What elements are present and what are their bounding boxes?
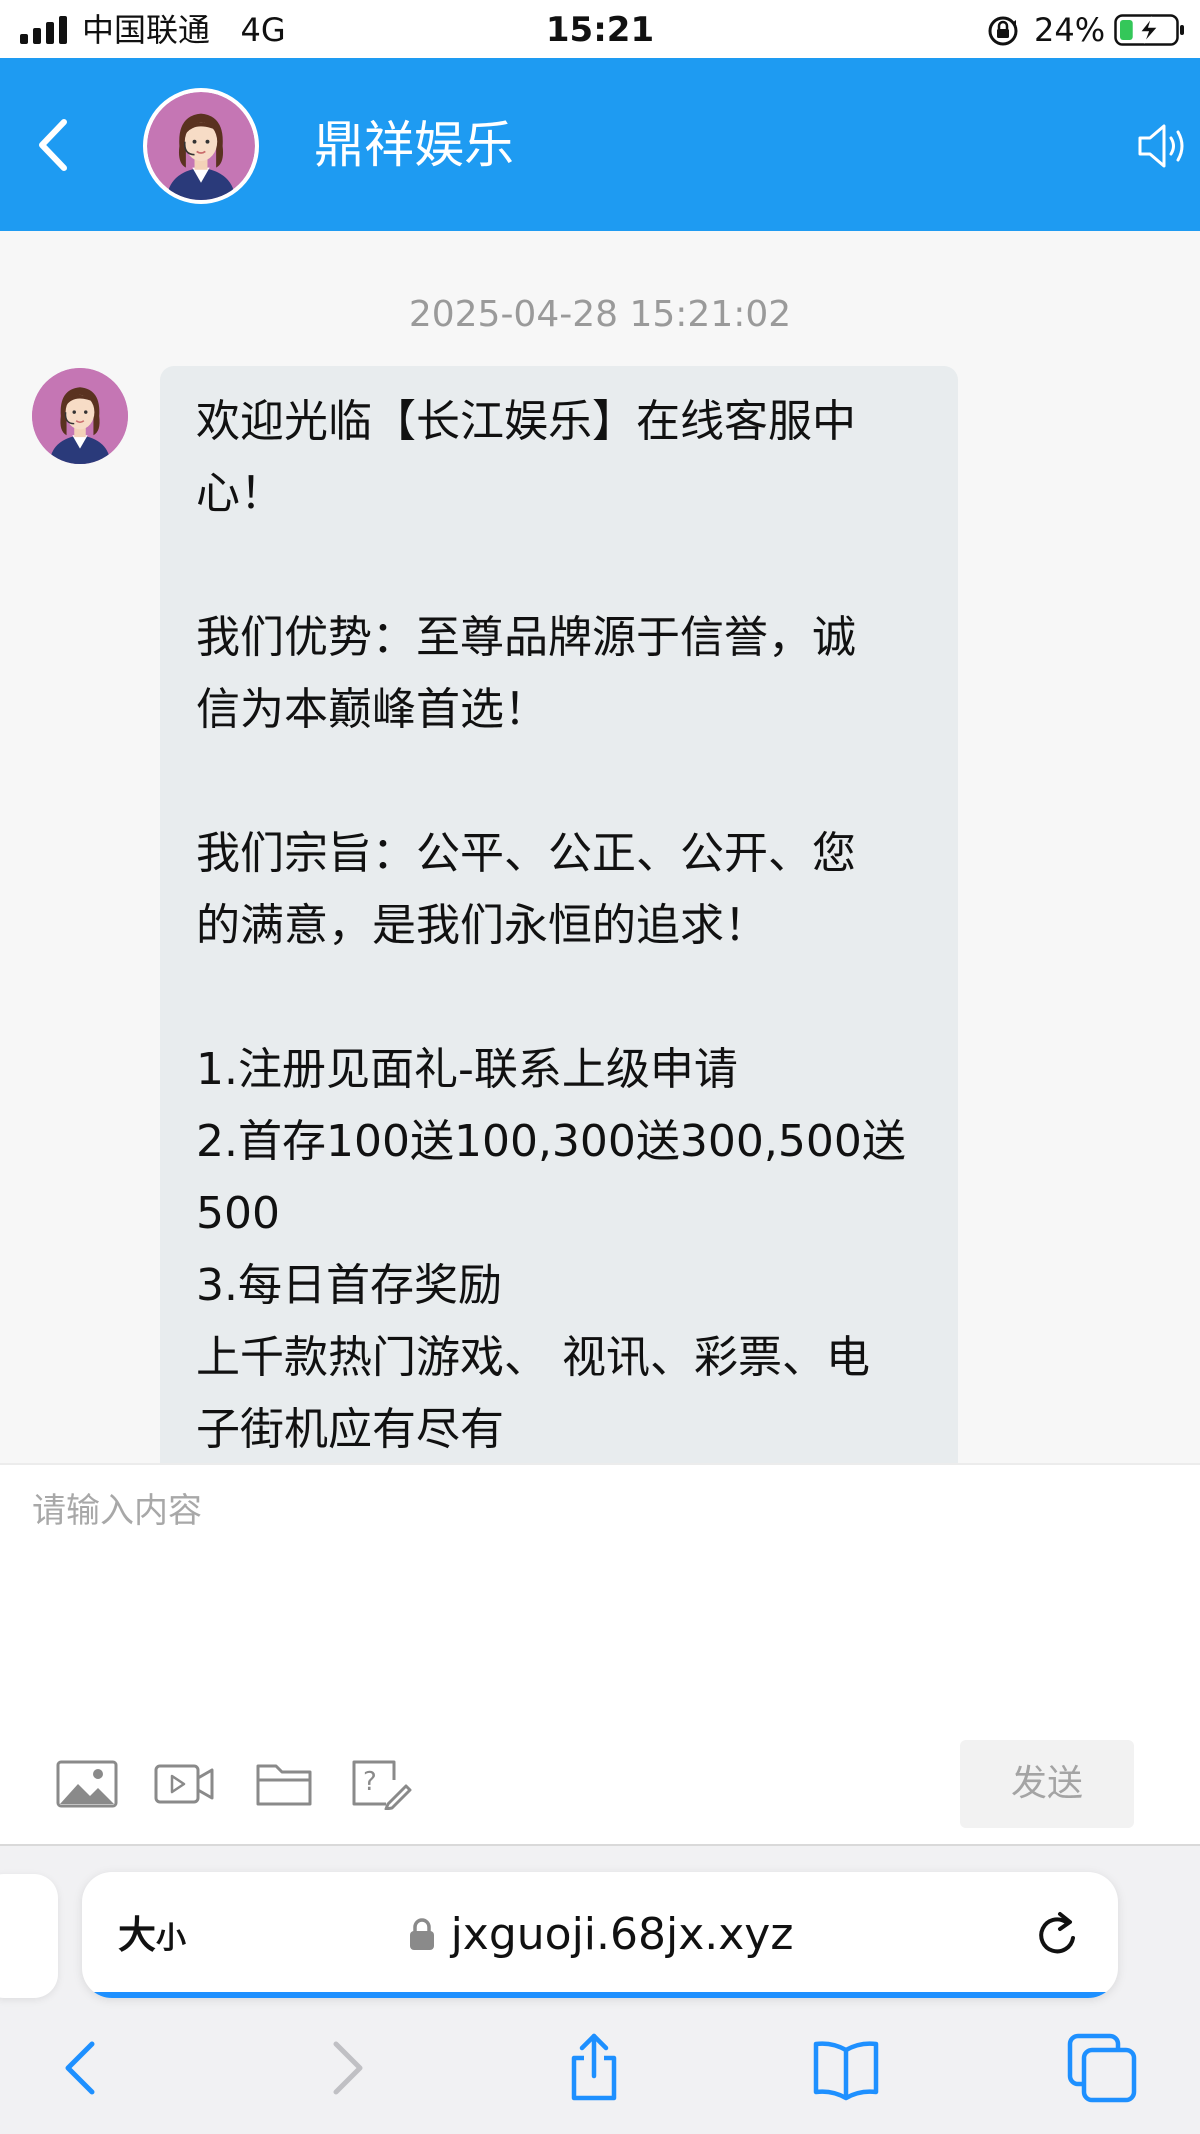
share-icon[interactable]: [558, 2032, 630, 2104]
message-line: 我们优势：至尊品牌源于信誉，诚: [196, 612, 856, 663]
status-time: 15:21: [545, 10, 655, 50]
svg-text:?: ?: [363, 1767, 377, 1797]
message-line: 的满意，是我们永恒的追求！: [196, 900, 768, 951]
speaker-icon[interactable]: [1136, 116, 1188, 176]
url-display[interactable]: jxguoji.68jx.xyz: [82, 1906, 1118, 1964]
message-input[interactable]: [30, 1485, 1134, 1689]
chat-title: 鼎祥娱乐: [314, 116, 514, 174]
folder-icon[interactable]: [254, 1758, 316, 1810]
message-line: 心！: [196, 468, 284, 519]
back-icon[interactable]: [48, 2032, 120, 2104]
message-line: 500: [196, 1188, 280, 1239]
status-bar: 中国联通 4G 15:21 24%: [0, 0, 1200, 58]
help-edit-icon[interactable]: ?: [350, 1758, 412, 1810]
send-button[interactable]: 发送: [960, 1740, 1134, 1828]
agent-avatar[interactable]: [143, 88, 259, 204]
previous-tab-peek[interactable]: [0, 1874, 58, 1998]
message-line: 子街机应有尽有: [196, 1404, 504, 1455]
browser-toolbar: 大小 jxguoji.68jx.xyz: [0, 1844, 1200, 2134]
page-load-progress: [82, 1992, 1118, 1998]
message-bubble[interactable]: 欢迎光临【长江娱乐】在线客服中 心！ 我们优势：至尊品牌源于信誉，诚 信为本巅峰…: [160, 366, 958, 1463]
url-text: jxguoji.68jx.xyz: [450, 1909, 794, 1960]
back-icon[interactable]: [28, 110, 76, 180]
agent-avatar-icon: [32, 368, 128, 464]
message-line: 2.首存100送100,300送300,500送: [196, 1116, 906, 1167]
message-list[interactable]: 2025-04-28 15:21:02 欢迎光临【长江娱乐】在线客服中 心！ 我…: [0, 231, 1200, 1463]
message-line: 1.注册见面礼-联系上级申请: [196, 1044, 738, 1095]
reload-icon[interactable]: [1030, 1908, 1084, 1962]
agent-avatar-icon: [147, 92, 255, 200]
orientation-lock-icon: [988, 16, 1018, 46]
address-bar[interactable]: 大小 jxguoji.68jx.xyz: [82, 1872, 1118, 1998]
chat-header: 鼎祥娱乐: [0, 58, 1200, 231]
tabs-icon[interactable]: [1066, 2032, 1138, 2104]
bookmarks-icon[interactable]: [810, 2032, 882, 2104]
video-icon[interactable]: [154, 1758, 216, 1810]
message-line: 信为本巅峰首选！: [196, 684, 548, 735]
battery-charging-icon: [1114, 14, 1184, 46]
battery-percent: 24%: [1034, 11, 1106, 49]
message-line: 欢迎光临【长江娱乐】在线客服中: [196, 396, 856, 447]
forward-icon[interactable]: [308, 2032, 380, 2104]
lock-icon: [409, 1918, 434, 1950]
message-line: 3.每日首存奖励: [196, 1260, 502, 1311]
message-line: 我们宗旨：公平、公正、公开、您: [196, 828, 856, 879]
message-line: 上千款热门游戏、 视讯、彩票、电: [196, 1332, 870, 1383]
message-avatar[interactable]: [32, 368, 128, 464]
composer: ? 发送: [0, 1463, 1200, 1844]
image-icon[interactable]: [56, 1758, 118, 1810]
message-timestamp: 2025-04-28 15:21:02: [408, 294, 792, 335]
